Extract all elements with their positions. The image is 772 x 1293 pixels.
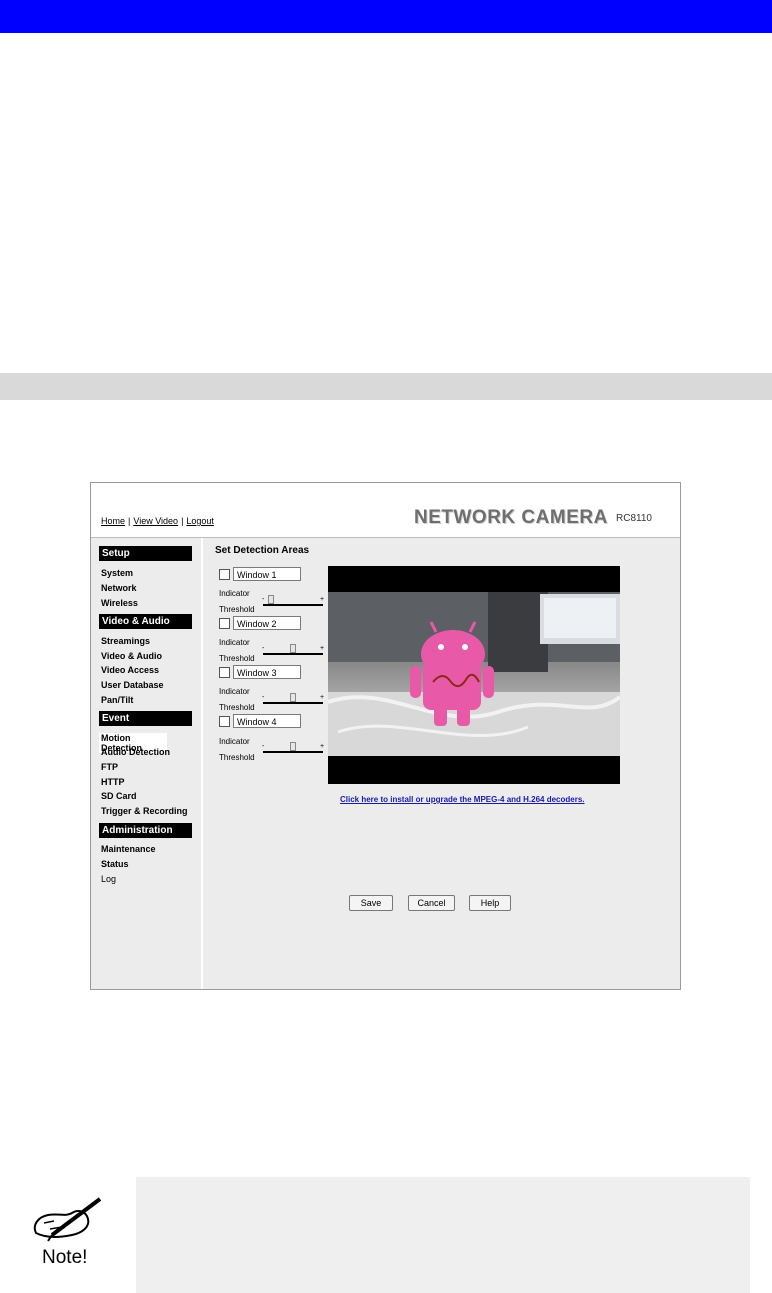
help-button[interactable]: Help xyxy=(469,895,511,911)
window-4-threshold-slider[interactable]: - + xyxy=(262,742,325,754)
slider-handle[interactable] xyxy=(290,644,296,653)
page-title: Set Detection Areas xyxy=(215,545,310,556)
sidebar-item-network[interactable]: Network xyxy=(101,583,137,593)
top-nav: Home | View Video | Logout xyxy=(101,516,214,526)
window-1-checkbox[interactable] xyxy=(219,569,230,580)
window-1-name-field[interactable]: Window 1 xyxy=(233,567,301,581)
sidebar-item-sd-card[interactable]: SD Card xyxy=(101,791,137,801)
slider-minus-icon: - xyxy=(262,645,265,652)
model-number: RC8110 xyxy=(616,513,652,524)
brand-title: NETWORK CAMERA xyxy=(414,507,608,528)
sidebar-item-video-audio[interactable]: Video & Audio xyxy=(101,651,162,661)
sidebar-item-trigger-recording[interactable]: Trigger & Recording xyxy=(101,806,188,816)
cancel-button[interactable]: Cancel xyxy=(408,895,455,911)
slider-plus-icon: + xyxy=(320,596,325,603)
window-2-indicator-label: Indicator xyxy=(219,638,250,647)
window-4-indicator-label: Indicator xyxy=(219,737,250,746)
window-3-threshold-label: Threshold xyxy=(219,703,255,712)
sidebar-item-system[interactable]: System xyxy=(101,568,133,578)
sidebar-item-log[interactable]: Log xyxy=(101,874,116,884)
live-video-view[interactable] xyxy=(328,566,620,784)
camera-web-ui-screenshot: Home | View Video | Logout NETWORK CAMERA RC… xyxy=(90,482,681,990)
window-3-checkbox[interactable] xyxy=(219,667,230,678)
sidebar-item-pan-tilt[interactable]: Pan/Tilt xyxy=(101,695,133,705)
slider-track xyxy=(263,653,323,655)
sidebar-item-audio-detection[interactable]: Audio Detection xyxy=(101,747,170,757)
window-4-name-field[interactable]: Window 4 xyxy=(233,714,301,728)
window-2-checkbox[interactable] xyxy=(219,618,230,629)
home-link[interactable]: Home xyxy=(101,516,125,526)
window-4-checkbox[interactable] xyxy=(219,716,230,727)
sidebar-heading-event: Event xyxy=(99,711,192,726)
window-1-indicator-label: Indicator xyxy=(219,589,250,598)
slider-track xyxy=(263,604,323,606)
camera-header: Home | View Video | Logout NETWORK CAMERA RC… xyxy=(91,483,680,538)
sidebar-item-ftp[interactable]: FTP xyxy=(101,762,118,772)
logout-link[interactable]: Logout xyxy=(186,516,214,526)
note-pencil-icon: Note! xyxy=(22,1195,112,1270)
sidebar: Setup System Network Wireless Video & Au… xyxy=(91,538,203,989)
slider-track xyxy=(263,702,323,704)
save-button[interactable]: Save xyxy=(349,895,393,911)
camera-scene-image xyxy=(328,592,620,756)
note-box xyxy=(136,1177,750,1293)
section-band xyxy=(0,373,772,400)
window-2-name-field[interactable]: Window 2 xyxy=(233,616,301,630)
decoder-install-link[interactable]: Click here to install or upgrade the MPE… xyxy=(340,795,585,804)
sidebar-heading-administration: Administration xyxy=(99,823,192,838)
slider-handle[interactable] xyxy=(268,595,275,604)
window-3-name-field[interactable]: Window 3 xyxy=(233,665,301,679)
video-frame xyxy=(328,592,620,756)
sidebar-item-wireless[interactable]: Wireless xyxy=(101,598,138,608)
slider-minus-icon: - xyxy=(262,596,265,603)
slider-track xyxy=(263,751,323,753)
slider-plus-icon: + xyxy=(320,694,325,701)
nav-separator: | xyxy=(181,516,184,526)
sidebar-item-video-access[interactable]: Video Access xyxy=(101,665,159,675)
window-3-indicator-label: Indicator xyxy=(219,687,250,696)
slider-handle[interactable] xyxy=(290,693,296,702)
top-color-bar xyxy=(0,0,772,33)
sidebar-item-http[interactable]: HTTP xyxy=(101,777,125,787)
note-hand-pencil-icon: Note! xyxy=(33,1197,102,1268)
note-label: Note! xyxy=(42,1247,87,1268)
nav-separator: | xyxy=(128,516,131,526)
window-1-threshold-label: Threshold xyxy=(219,605,255,614)
window-2-threshold-slider[interactable]: - + xyxy=(262,644,325,656)
window-3-threshold-slider[interactable]: - + xyxy=(262,693,325,705)
slider-plus-icon: + xyxy=(320,743,325,750)
sidebar-item-maintenance[interactable]: Maintenance xyxy=(101,844,156,854)
sidebar-heading-video-audio: Video & Audio xyxy=(99,614,192,629)
sidebar-item-streamings[interactable]: Streamings xyxy=(101,636,150,646)
slider-minus-icon: - xyxy=(262,694,265,701)
slider-minus-icon: - xyxy=(262,743,265,750)
sidebar-item-user-database[interactable]: User Database xyxy=(101,680,164,690)
view-video-link[interactable]: View Video xyxy=(133,516,178,526)
sidebar-heading-setup: Setup xyxy=(99,546,192,561)
sidebar-item-status[interactable]: Status xyxy=(101,859,129,869)
window-1-threshold-slider[interactable]: - + xyxy=(262,595,325,607)
slider-handle[interactable] xyxy=(290,742,296,751)
window-4-threshold-label: Threshold xyxy=(219,753,255,762)
window-2-threshold-label: Threshold xyxy=(219,654,255,663)
slider-plus-icon: + xyxy=(320,645,325,652)
